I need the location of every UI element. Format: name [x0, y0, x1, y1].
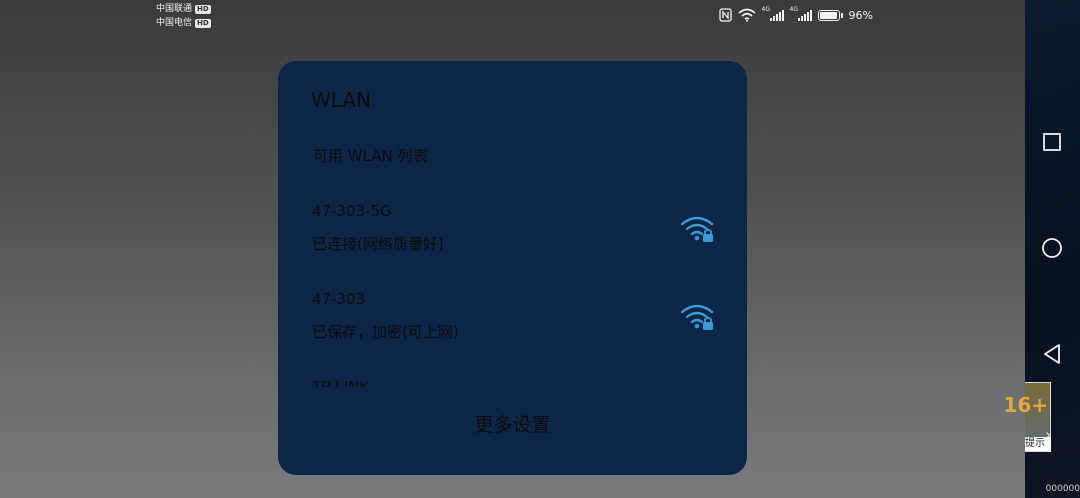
network-status: 已连接(网络质量好): [312, 235, 444, 253]
carrier-sim1: 中国联通 HD: [156, 4, 211, 14]
wifi-icon: [738, 8, 756, 22]
age-rating: 16+: [1003, 393, 1048, 417]
network-item[interactable]: 47-303 已保存，加密(可上网): [312, 290, 722, 350]
more-settings-button[interactable]: 更多设置: [278, 410, 747, 437]
battery-percent: 96%: [848, 8, 873, 22]
battery-icon: [817, 9, 843, 21]
signal-icon: 4G: [761, 6, 784, 21]
network-type: 4G: [761, 6, 771, 13]
wifi-lock-icon: [680, 216, 714, 242]
hd-badge: HD: [195, 18, 211, 28]
chevron-right-icon[interactable]: ›: [1045, 425, 1051, 444]
wlan-panel: WLAN 可用 WLAN 列表 47-303-5G 已连接(网络质量好) 47-…: [278, 61, 747, 475]
back-button[interactable]: [1039, 341, 1065, 367]
network-item-partial[interactable]: TP-LINK: [312, 376, 369, 387]
carrier-sim2: 中国电信 HD: [156, 18, 211, 28]
nfc-icon: [718, 8, 732, 22]
network-type: 4G: [789, 6, 799, 13]
network-name: 47-303-5G: [312, 202, 392, 220]
recent-apps-button[interactable]: [1039, 129, 1065, 155]
carrier-name: 中国联通: [156, 4, 193, 14]
home-button[interactable]: [1039, 235, 1065, 261]
home-icon: [1042, 238, 1062, 258]
navigation-bar: 16+ 提示 › 000000: [1003, 0, 1080, 498]
carrier-name: 中国电信: [156, 18, 193, 28]
status-icons: 4G 4G 96%: [718, 6, 873, 22]
status-bar: 中国联通 HD 中国电信 HD 4G 4G 96%: [0, 0, 1025, 34]
panel-title: WLAN: [311, 88, 372, 112]
network-item[interactable]: 47-303-5G 已连接(网络质量好): [312, 202, 722, 262]
network-status: 已保存，加密(可上网): [312, 323, 459, 341]
hd-badge: HD: [195, 4, 211, 14]
available-networks-label: 可用 WLAN 列表: [313, 147, 428, 165]
recent-apps-icon: [1043, 133, 1061, 151]
signal-icon: 4G: [789, 6, 812, 21]
network-name: 47-303: [312, 290, 366, 308]
wifi-lock-icon: [680, 304, 714, 330]
bottom-digits: 000000: [1045, 484, 1080, 494]
back-icon: [1044, 344, 1060, 364]
